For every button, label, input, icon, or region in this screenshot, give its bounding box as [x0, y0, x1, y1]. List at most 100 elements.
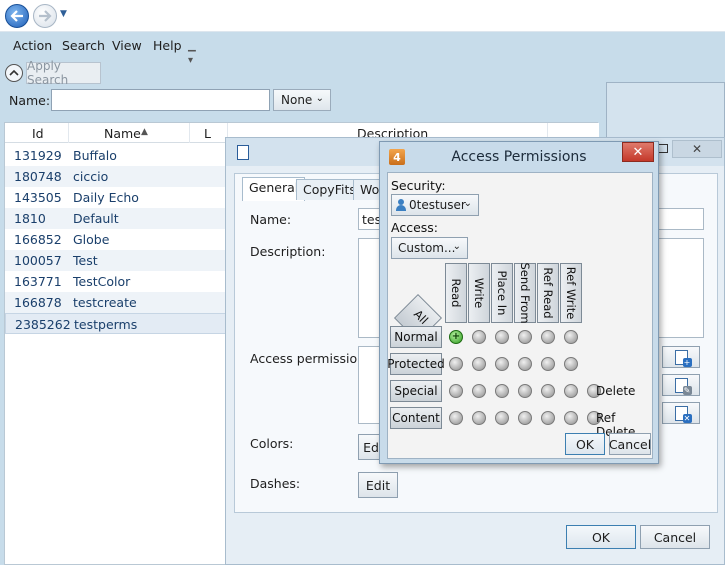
- name-label: Name:: [250, 212, 292, 227]
- properties-ok-button[interactable]: OK: [566, 525, 636, 549]
- document-edit-icon: ✎: [674, 377, 692, 395]
- table-row[interactable]: 163771 TestColor: [5, 271, 227, 292]
- edit-permission-button[interactable]: ✎: [662, 374, 700, 396]
- row-id: 100057: [14, 253, 62, 268]
- column-header-id[interactable]: Id: [32, 126, 44, 142]
- menu-bar: Action Search View Help: [0, 33, 200, 59]
- add-permission-button[interactable]: +: [662, 346, 700, 368]
- table-row[interactable]: 143505 Daily Echo: [5, 187, 227, 208]
- row-name: testcreate: [73, 295, 137, 310]
- permission-dot[interactable]: [564, 357, 578, 371]
- chevron-down-icon: ⌄: [315, 93, 324, 104]
- maximize-icon[interactable]: [658, 144, 668, 153]
- search-filter-select[interactable]: None ⌄: [273, 89, 331, 111]
- remove-permission-button[interactable]: ✕: [662, 402, 700, 424]
- sort-ascending-icon: ▲: [141, 127, 148, 137]
- permission-dot[interactable]: [495, 384, 509, 398]
- table-row[interactable]: 2385262 testperms: [5, 313, 227, 334]
- security-select[interactable]: 0testuser ⌄: [391, 194, 479, 216]
- dialog-close-button[interactable]: ✕: [622, 142, 654, 162]
- permission-dot[interactable]: [449, 411, 463, 425]
- document-remove-icon: ✕: [674, 405, 692, 423]
- row-name: Daily Echo: [73, 190, 139, 205]
- table-row[interactable]: 131929 Buffalo: [5, 145, 227, 166]
- table-row[interactable]: 180748 ciccio: [5, 166, 227, 187]
- description-label: Description:: [250, 244, 326, 259]
- row-toggle-button[interactable]: Normal: [390, 326, 442, 348]
- arrow-right-icon: [39, 10, 52, 22]
- permission-dot[interactable]: [472, 330, 486, 344]
- table-row[interactable]: 166852 Globe: [5, 229, 227, 250]
- properties-close-button[interactable]: ✕: [672, 140, 722, 158]
- column-toggle-button[interactable]: Place In: [491, 263, 513, 323]
- dashes-edit-button[interactable]: Edit: [358, 472, 398, 498]
- row-toggle-button[interactable]: Protected: [387, 353, 445, 375]
- permission-dot[interactable]: [472, 411, 486, 425]
- row-name: Globe: [73, 232, 110, 247]
- row-name: testperms: [74, 317, 138, 332]
- permission-dot[interactable]: [564, 411, 578, 425]
- back-button[interactable]: [5, 4, 29, 28]
- row-name: Buffalo: [73, 148, 117, 163]
- column-toggle-button[interactable]: Ref Read: [537, 263, 559, 323]
- menu-view[interactable]: View: [112, 38, 142, 53]
- apply-search-button[interactable]: Apply Search: [26, 59, 101, 87]
- permission-dot[interactable]: [541, 330, 555, 344]
- row-id: 1810: [14, 211, 46, 226]
- collapse-search-button[interactable]: [5, 64, 23, 82]
- column-header-name[interactable]: Name: [104, 126, 141, 142]
- table-row[interactable]: 166878 testcreate: [5, 292, 227, 313]
- column-toggle-label: Send From: [518, 262, 532, 324]
- permission-dot[interactable]: [518, 384, 532, 398]
- menu-help[interactable]: Help: [153, 38, 182, 53]
- permission-dot[interactable]: [449, 384, 463, 398]
- row-name: TestColor: [73, 274, 131, 289]
- access-ok-button[interactable]: OK: [565, 433, 605, 455]
- permission-dot[interactable]: [495, 330, 509, 344]
- column-separator[interactable]: [68, 123, 69, 143]
- permission-dot[interactable]: [518, 357, 532, 371]
- properties-cancel-button[interactable]: Cancel: [640, 525, 710, 549]
- user-icon: [396, 199, 406, 211]
- column-toggle-button[interactable]: Write: [468, 263, 490, 323]
- forward-button[interactable]: [33, 4, 57, 28]
- menu-action[interactable]: Action: [13, 38, 52, 53]
- permission-dot[interactable]: [495, 411, 509, 425]
- search-filter-value: None: [281, 93, 313, 107]
- permission-dot[interactable]: [518, 411, 532, 425]
- row-name: Default: [73, 211, 119, 226]
- access-cancel-button[interactable]: Cancel: [609, 433, 651, 455]
- toolbar-overflow-icon[interactable]: ▁ ▾: [188, 40, 196, 66]
- permission-dot-granted[interactable]: +: [449, 330, 463, 344]
- search-name-input[interactable]: [51, 89, 270, 111]
- permission-dot[interactable]: [495, 357, 509, 371]
- column-header-l[interactable]: L: [204, 126, 211, 142]
- permission-dot[interactable]: [449, 357, 463, 371]
- menu-search[interactable]: Search: [62, 38, 105, 53]
- row-toggle-button[interactable]: Special: [390, 380, 442, 402]
- permission-dot[interactable]: [518, 330, 532, 344]
- access-permissions-body: Security: 0testuser ⌄ Access: Custom... …: [387, 172, 653, 459]
- history-dropdown-icon[interactable]: ▼: [60, 9, 67, 19]
- permission-dot[interactable]: [564, 384, 578, 398]
- security-label: Security:: [391, 178, 446, 193]
- chevron-down-icon: ⌄: [452, 241, 461, 252]
- row-id: 163771: [14, 274, 62, 289]
- row-id: 166852: [14, 232, 62, 247]
- column-toggle-button[interactable]: Send From: [514, 262, 536, 324]
- permission-dot[interactable]: [541, 357, 555, 371]
- column-separator[interactable]: [189, 123, 190, 143]
- permission-dot[interactable]: [541, 384, 555, 398]
- table-row[interactable]: 1810 Default: [5, 208, 227, 229]
- column-toggle-button[interactable]: Ref Write: [560, 263, 582, 323]
- permission-dot[interactable]: [472, 384, 486, 398]
- arrow-left-icon: [10, 10, 23, 22]
- permission-dot[interactable]: [541, 411, 555, 425]
- access-select[interactable]: Custom... ⌄: [391, 237, 468, 259]
- row-toggle-button[interactable]: Content: [390, 407, 442, 429]
- permission-dot[interactable]: [564, 330, 578, 344]
- access-permissions-label: Access permissions:: [250, 351, 376, 366]
- table-row[interactable]: 100057 Test: [5, 250, 227, 271]
- permission-dot[interactable]: [472, 357, 486, 371]
- column-toggle-button[interactable]: Read: [445, 263, 467, 323]
